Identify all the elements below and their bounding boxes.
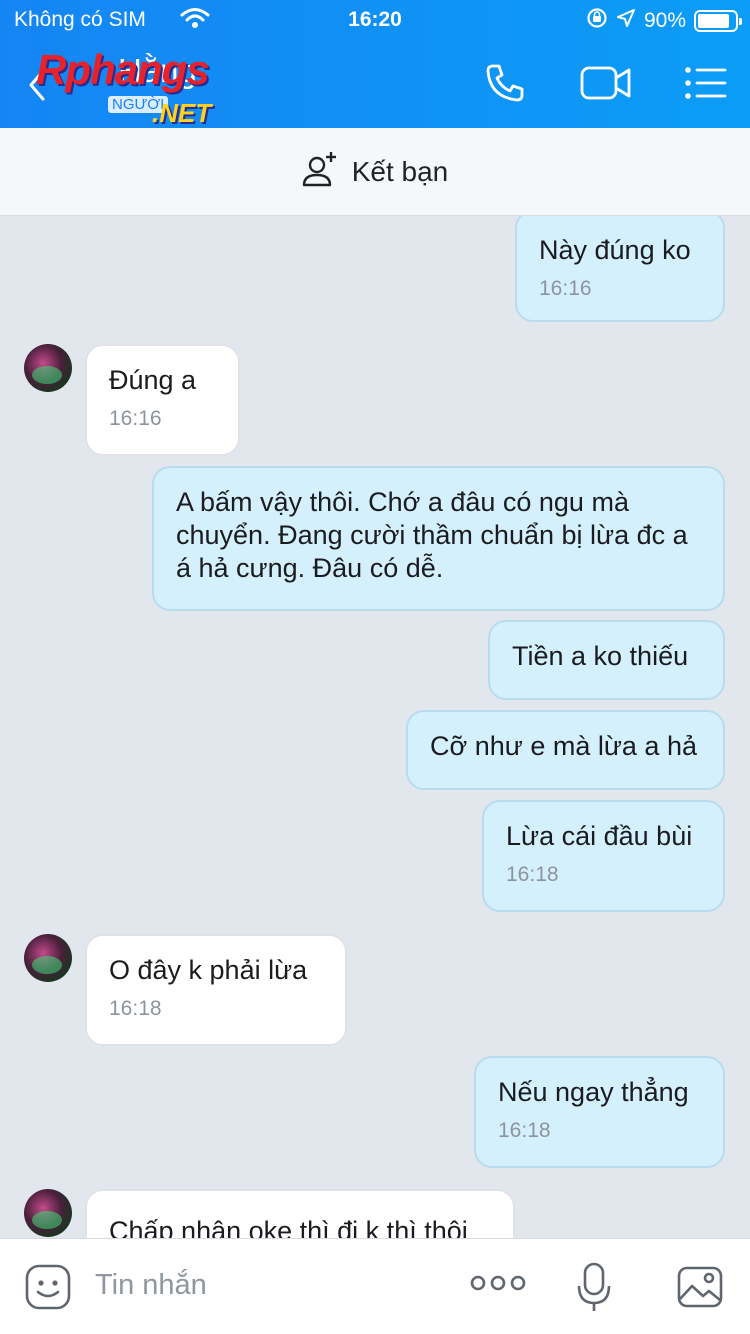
chat-header: Không có SIM 16:20 90% Hằng Rphangs NGƯỜ… xyxy=(0,0,750,128)
message-text: Chấp nhận oke thì đi k thì thôi xyxy=(109,1216,468,1238)
message-text: Đúng a xyxy=(109,365,197,395)
message-time: 16:18 xyxy=(498,1119,551,1142)
watermark-logo: Rphangs xyxy=(36,46,210,93)
message-bubble-sent[interactable]: Cỡ như e mà lừa a hả xyxy=(406,710,725,790)
message-text: Nếu ngay thẳng xyxy=(498,1077,689,1107)
battery-percent: 90% xyxy=(643,9,686,32)
contact-avatar[interactable] xyxy=(24,934,72,982)
message-text: Cỡ như e mà lừa a hả xyxy=(430,731,697,761)
add-friend-icon xyxy=(302,151,338,192)
image-gallery-icon[interactable] xyxy=(676,1263,724,1316)
message-bubble-received[interactable]: Chấp nhận oke thì đi k thì thôi xyxy=(85,1189,515,1238)
message-bubble-received[interactable]: Đúng a 16:16 xyxy=(85,344,240,456)
message-bubble-sent[interactable]: Nếu ngay thẳng 16:18 xyxy=(474,1056,725,1168)
contact-avatar[interactable] xyxy=(24,344,72,392)
add-friend-label: Kết bạn xyxy=(351,155,449,187)
add-friend-bar[interactable]: Kết bạn xyxy=(0,128,750,216)
message-text: Này đúng ko xyxy=(539,235,691,265)
message-time: 16:16 xyxy=(539,277,592,300)
location-icon xyxy=(616,8,636,34)
video-call-icon[interactable] xyxy=(580,62,632,109)
message-text: O đây k phải lừa xyxy=(109,955,308,985)
message-bubble-received[interactable]: O đây k phải lừa 16:18 xyxy=(85,934,347,1046)
message-bubble-sent[interactable]: A bấm vậy thôi. Chớ a đâu có ngu mà chuy… xyxy=(152,466,725,611)
rotation-lock-icon xyxy=(586,7,608,35)
more-options-icon[interactable] xyxy=(470,1271,526,1300)
message-bubble-sent[interactable]: Tiền a ko thiếu xyxy=(488,620,725,700)
message-bubble-sent[interactable]: Này đúng ko 16:16 xyxy=(515,216,725,322)
message-bubble-sent[interactable]: Lừa cái đầu bùi 16:18 xyxy=(482,800,725,912)
message-input-bar: Tin nhắn xyxy=(0,1238,750,1334)
message-time: 16:16 xyxy=(109,407,162,430)
message-text: Lừa cái đầu bùi xyxy=(506,821,693,851)
message-time: 16:18 xyxy=(506,863,559,886)
battery-icon xyxy=(694,10,742,32)
menu-icon[interactable] xyxy=(684,62,728,109)
message-time: 16:18 xyxy=(109,997,162,1020)
emoji-sticker-icon[interactable] xyxy=(24,1263,72,1316)
contact-avatar[interactable] xyxy=(24,1189,72,1237)
watermark-logo-suffix: .NET xyxy=(152,98,212,128)
message-text: Tiền a ko thiếu xyxy=(512,641,689,671)
status-bar: Không có SIM 16:20 90% xyxy=(0,0,750,40)
phone-call-icon[interactable] xyxy=(484,62,526,109)
message-list[interactable]: Này đúng ko 16:16 Đúng a 16:16 A bấm vậy… xyxy=(0,216,750,1238)
message-input[interactable]: Tin nhắn xyxy=(95,1269,207,1302)
message-text: A bấm vậy thôi. Chớ a đâu có ngu mà chuy… xyxy=(176,487,688,583)
microphone-icon[interactable] xyxy=(576,1261,612,1318)
